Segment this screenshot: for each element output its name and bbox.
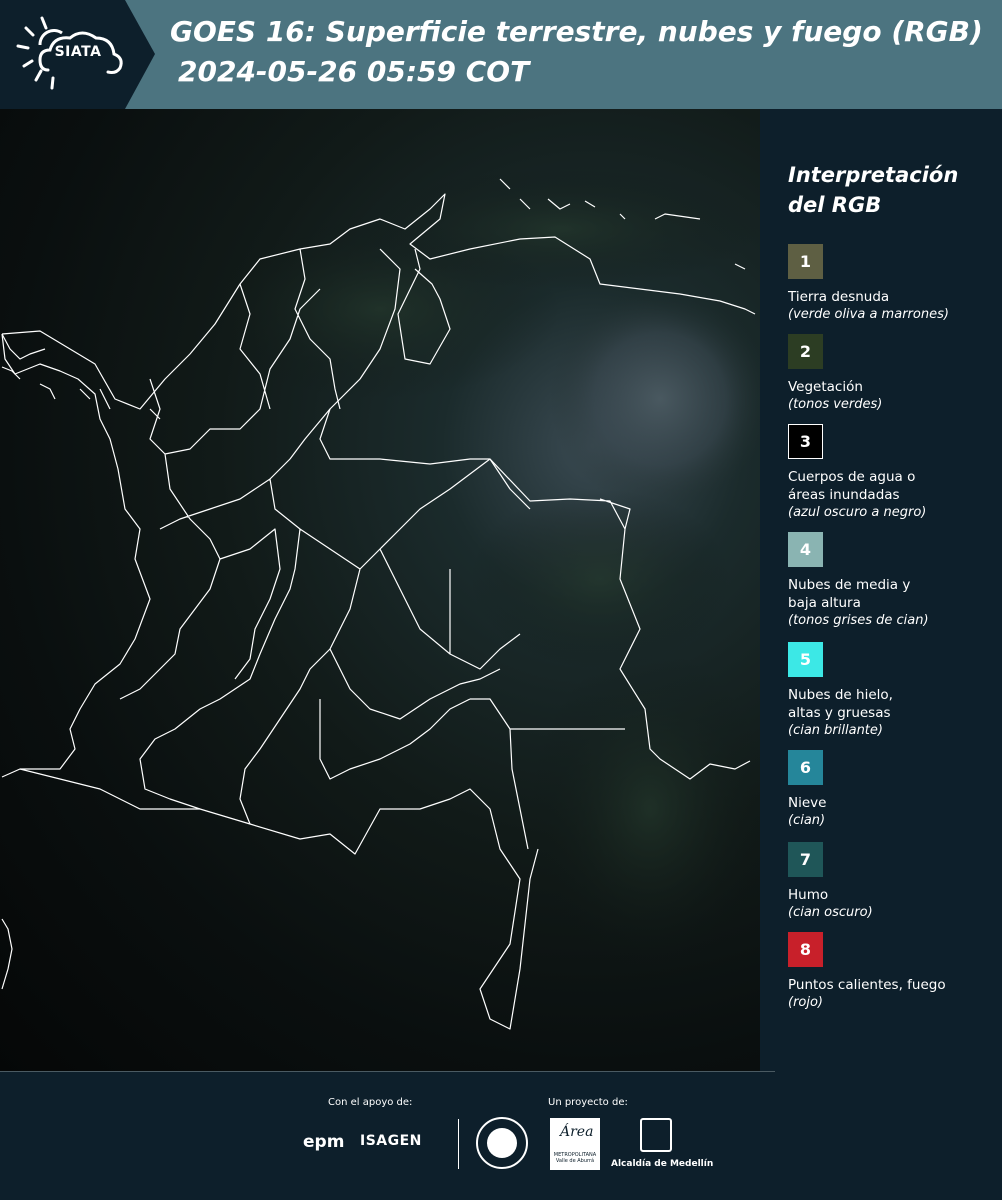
legend-label: Cuerpos de agua o	[788, 469, 916, 485]
legend-label: Tierra desnuda	[788, 289, 890, 305]
legend-item-bare-soil: 1 Tierra desnuda (verde oliva a marrones…	[788, 244, 1000, 324]
page-title: GOES 16: Superficie terrestre, nubes y f…	[170, 15, 983, 48]
pacific-coastline	[1, 333, 151, 778]
university-seal-logo	[476, 1117, 528, 1169]
seal-emblem-icon	[487, 1128, 517, 1158]
legend-note: (cian oscuro)	[788, 905, 873, 920]
panama-fragment	[1, 333, 46, 380]
legend-swatch: 5	[788, 642, 823, 677]
ecuador-fragment	[1, 918, 13, 990]
southern-border	[19, 768, 539, 1030]
area-logo-subtext: METROPOLITANA Valle de Aburrá	[553, 1152, 597, 1164]
legend-label: Vegetación	[788, 379, 863, 395]
epm-logo: epm	[303, 1132, 345, 1152]
legend-note: (cian brillante)	[788, 723, 883, 738]
legend-swatch: 3	[788, 424, 823, 459]
legend-swatch: 1	[788, 244, 823, 279]
legend-swatch: 8	[788, 932, 823, 967]
project-label: Un proyecto de:	[548, 1097, 628, 1108]
legend-item-smoke: 7 Humo (cian oscuro)	[788, 842, 1000, 922]
logo-text: SIATA	[54, 44, 102, 60]
legend-swatch: 7	[788, 842, 823, 877]
legend-item-ice-clouds: 5 Nubes de hielo, altas y gruesas (cian …	[788, 642, 1000, 740]
legend-item-water: 3 Cuerpos de agua o áreas inundadas (azu…	[788, 424, 1000, 522]
legend-item-snow: 6 Nieve (cian)	[788, 750, 1000, 830]
alcaldia-label: Alcaldía de Medellín	[611, 1159, 714, 1169]
legend-title: del RGB	[788, 193, 882, 217]
legend-label: baja altura	[788, 595, 861, 611]
page-timestamp: 2024-05-26 05:59 COT	[178, 55, 530, 88]
legend-label: Nubes de hielo,	[788, 687, 893, 703]
area-logo-text: Área	[560, 1124, 594, 1140]
legend-label: Humo	[788, 887, 829, 903]
legend-note: (cian)	[788, 813, 826, 828]
legend-label: Puntos calientes, fuego	[788, 977, 946, 993]
legend-note: (verde oliva a marrones)	[788, 307, 949, 322]
legend-note: (azul oscuro a negro)	[788, 505, 927, 520]
legend-swatch: 6	[788, 750, 823, 785]
area-metropolitana-logo: Área METROPOLITANA Valle de Aburrá	[550, 1118, 600, 1170]
satellite-map[interactable]	[0, 109, 760, 1071]
legend-item-fire: 8 Puntos calientes, fuego (rojo)	[788, 932, 1000, 1012]
support-label: Con el apoyo de:	[328, 1097, 413, 1108]
legend-note: (tonos grises de cian)	[788, 613, 929, 628]
legend-item-low-clouds: 4 Nubes de media y baja altura (tonos gr…	[788, 532, 1000, 630]
cloud-patch	[360, 169, 760, 289]
cloud-patch	[530, 649, 760, 969]
legend-swatch: 4	[788, 532, 823, 567]
legend-title: Interpretación	[788, 163, 959, 187]
alcaldia-shield-icon	[640, 1118, 672, 1152]
header-bar: SIATA GOES 16: Superficie terrestre, nub…	[0, 0, 1002, 109]
legend-item-vegetation: 2 Vegetación (tonos verdes)	[788, 334, 1000, 414]
legend-label: altas y gruesas	[788, 705, 891, 721]
legend-swatch: 2	[788, 334, 823, 369]
legend-label: áreas inundadas	[788, 487, 900, 503]
legend-label: Nieve	[788, 795, 827, 811]
footer: Con el apoyo de: Un proyecto de: epm ISA…	[0, 1071, 1002, 1200]
isagen-logo: ISAGEN	[360, 1133, 422, 1149]
legend-label: Nubes de media y	[788, 577, 911, 593]
footer-divider	[458, 1119, 459, 1169]
footer-separator	[0, 1071, 775, 1072]
storm-cloud	[550, 289, 760, 509]
legend-note: (tonos verdes)	[788, 397, 883, 412]
legend-title-block: Interpretación del RGB	[788, 160, 998, 220]
colombia-map-svg	[1, 169, 760, 1030]
siata-logo: SIATA	[0, 0, 155, 109]
legend-note: (rojo)	[788, 995, 824, 1010]
